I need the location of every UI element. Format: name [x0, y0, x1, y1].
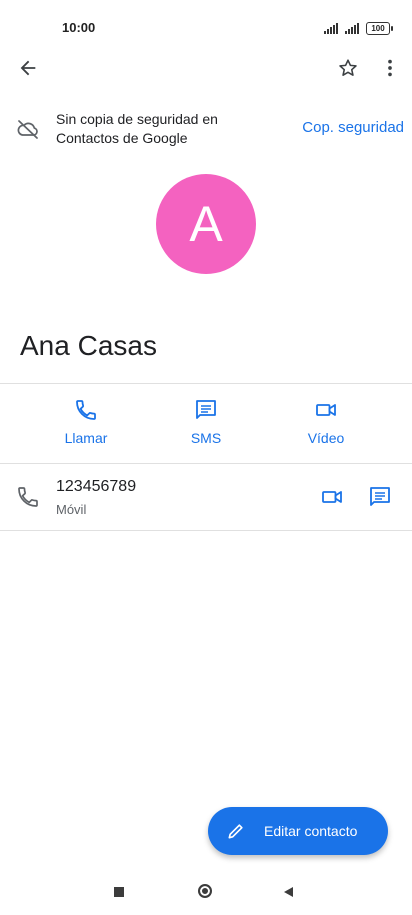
backup-status-line2: Contactos de Google [56, 130, 188, 146]
backup-status-line1: Sin copia de seguridad en [56, 111, 218, 127]
call-action-label: Llamar [64, 430, 108, 446]
edit-contact-label: Editar contacto [264, 823, 358, 839]
video-icon [316, 404, 336, 416]
divider [0, 383, 412, 384]
star-outline-icon [339, 59, 357, 76]
send-message-button[interactable] [366, 483, 394, 511]
avatar: A [156, 174, 256, 274]
pencil-icon [228, 824, 243, 839]
message-icon [370, 487, 390, 506]
call-action-button[interactable]: Llamar [41, 398, 131, 446]
backup-button[interactable]: Cop. seguridad [302, 119, 404, 136]
back-nav-button[interactable] [282, 886, 294, 898]
navigation-bar [0, 878, 412, 908]
backup-status-text: Sin copia de seguridad en Contactos de G… [56, 110, 218, 148]
home-button[interactable] [198, 884, 212, 898]
sms-action-button[interactable]: SMS [161, 398, 251, 446]
battery-icon: 100 [366, 22, 393, 35]
status-time: 10:00 [62, 20, 96, 35]
phone-type-label: Móvil [56, 502, 87, 517]
phone-number: 123456789 [56, 478, 137, 495]
status-icons: 100 [324, 22, 393, 35]
phone-entry-row[interactable] [0, 464, 412, 530]
back-button[interactable] [14, 54, 42, 82]
sms-action-label: SMS [190, 430, 222, 446]
cloud-off-icon [16, 117, 40, 146]
contact-sheet [2, 42, 410, 882]
recents-button[interactable] [114, 887, 124, 897]
video-icon [322, 491, 342, 503]
video-action-button[interactable]: Vídeo [281, 398, 371, 446]
more-vert-icon [388, 59, 392, 77]
arrow-back-icon [20, 60, 36, 76]
contact-name: Ana Casas [20, 330, 157, 361]
message-icon [196, 400, 216, 419]
signal-icon [324, 23, 338, 34]
video-action-label: Vídeo [307, 430, 345, 446]
more-options-button[interactable] [376, 54, 404, 82]
phone-icon [76, 400, 96, 420]
edit-contact-button[interactable]: Editar contacto [208, 807, 388, 855]
phone-icon [16, 485, 40, 514]
video-call-button[interactable] [318, 483, 346, 511]
signal-icon [345, 23, 359, 34]
favorite-button[interactable] [334, 54, 362, 82]
divider [0, 530, 412, 531]
